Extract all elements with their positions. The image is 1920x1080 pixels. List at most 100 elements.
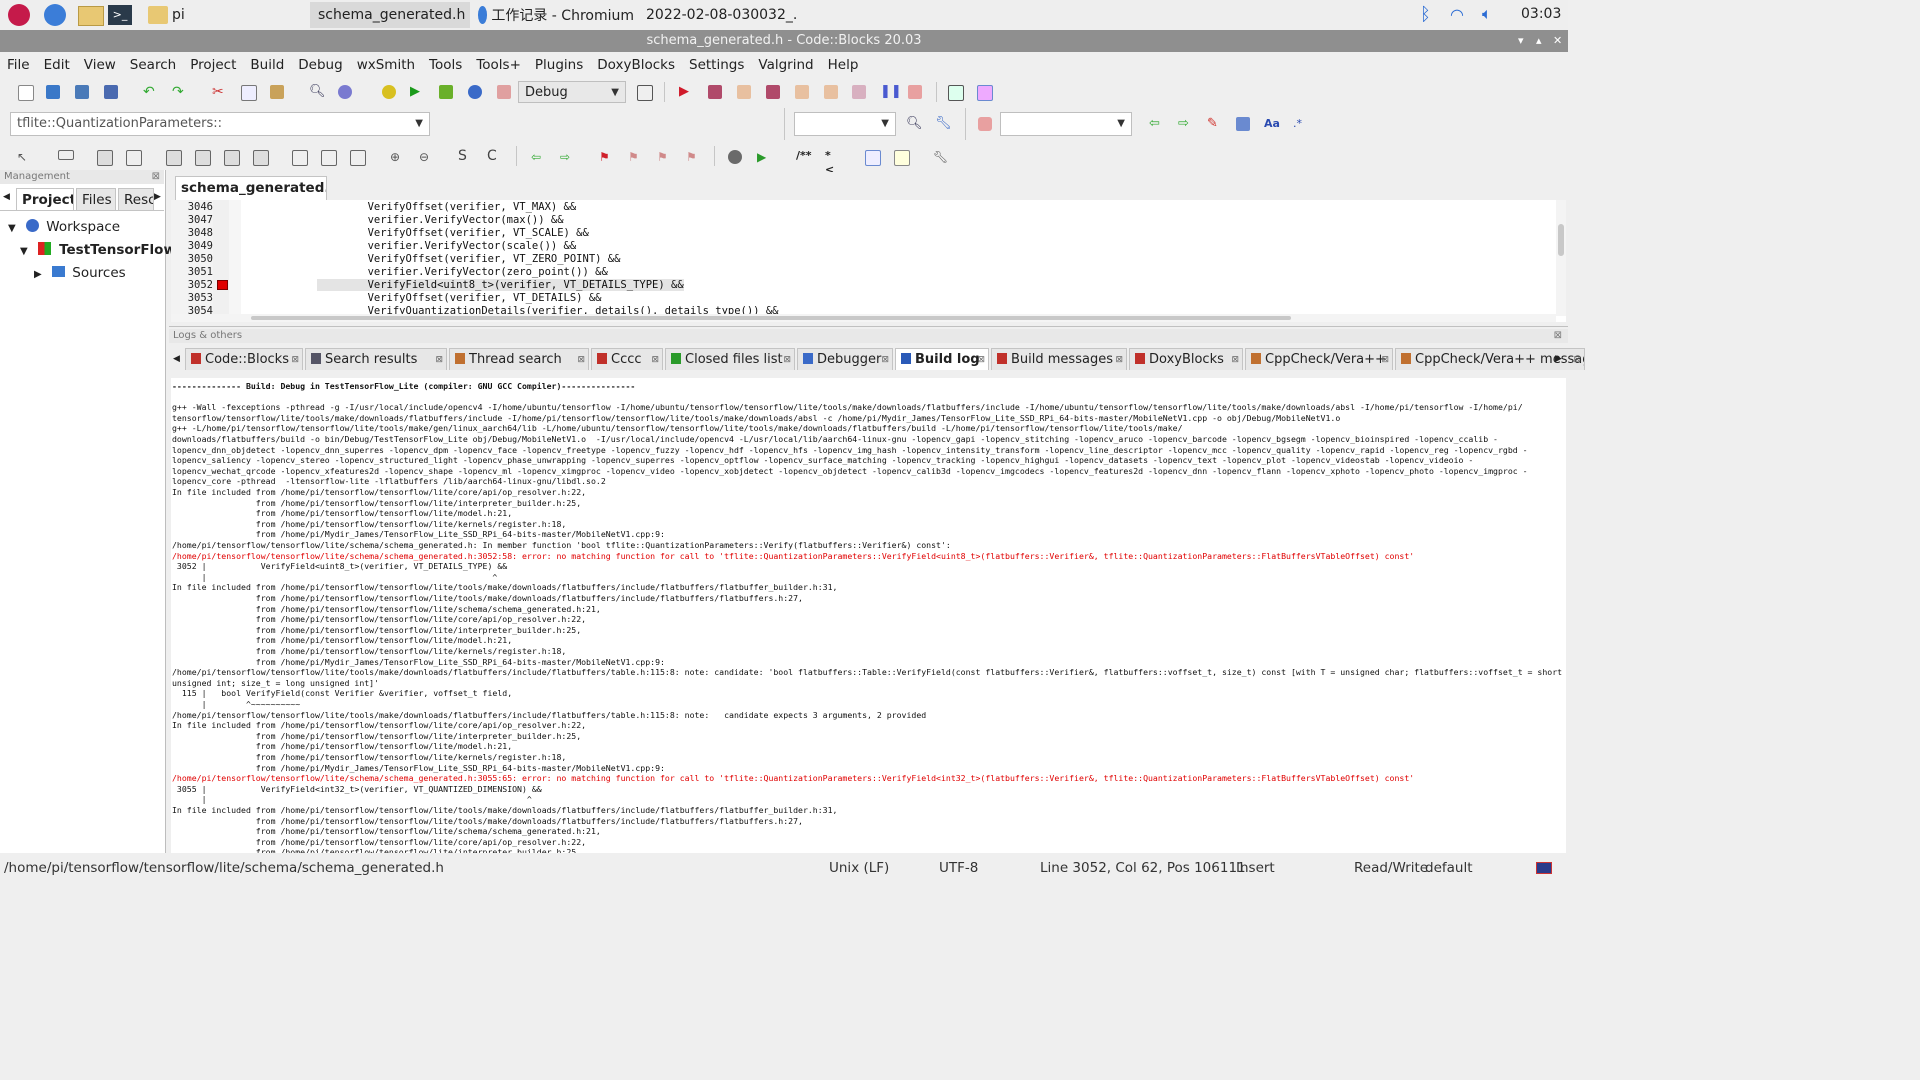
tab-scroll-left-icon[interactable]: ◀ <box>3 192 10 202</box>
close-tab-icon[interactable]: ⊠ <box>881 349 889 370</box>
paste-icon[interactable] <box>270 85 284 99</box>
tab-log-cccc[interactable]: Cccc ⊠ <box>591 348 663 370</box>
step-out-icon[interactable] <box>795 85 809 99</box>
tab-log-build-messages[interactable]: Build messages ⊠ <box>991 348 1127 370</box>
menu-edit[interactable]: Edit <box>37 57 77 73</box>
find-next-icon[interactable]: ⇨ <box>1178 117 1192 131</box>
flag-next-icon[interactable]: ⚑ <box>657 150 671 164</box>
task-folder-pi[interactable]: pi <box>144 2 304 28</box>
search-combo[interactable]: ▼ <box>794 112 896 136</box>
close-tab-icon[interactable]: ⊠ <box>977 349 985 370</box>
scrollbar-thumb[interactable] <box>1558 224 1564 256</box>
language-flag-icon[interactable] <box>1536 862 1552 874</box>
menu-view[interactable]: View <box>77 57 123 73</box>
close-icon[interactable]: ⊠ <box>1554 329 1562 343</box>
box2-icon[interactable] <box>321 150 337 166</box>
box3-icon[interactable] <box>350 150 366 166</box>
menu-tools[interactable]: Tools <box>422 57 469 73</box>
abort-icon[interactable] <box>497 85 511 99</box>
flag-icon[interactable]: ⚑ <box>599 150 613 164</box>
edit-widget-icon[interactable] <box>126 150 142 166</box>
browser-globe-icon[interactable] <box>44 4 66 26</box>
close-tab-icon[interactable]: ⊠ <box>1381 349 1389 370</box>
block-comment-icon[interactable]: /** <box>796 149 812 163</box>
tab-log-thread-search[interactable]: Thread search ⊠ <box>449 348 589 370</box>
tab-projects[interactable]: Projects <box>16 188 74 210</box>
debug-start-icon[interactable]: ▶ <box>679 85 693 99</box>
build-log[interactable]: -------------- Build: Debug in TestTenso… <box>171 378 1566 853</box>
step-into-instruction-icon[interactable] <box>852 85 866 99</box>
task-chromium[interactable]: 工作记录 - Chromium <box>474 2 634 28</box>
close-tab-icon[interactable]: ⊠ <box>291 349 299 370</box>
selected-text-only-icon[interactable] <box>1236 117 1250 131</box>
regex-icon[interactable]: .* <box>1293 117 1307 131</box>
sizer-icon[interactable] <box>166 150 182 166</box>
refresh-icon[interactable]: C <box>487 148 501 164</box>
tab-log-cppcheck-vera-[interactable]: CppCheck/Vera++ ⊠ <box>1245 348 1393 370</box>
raspberry-menu-icon[interactable] <box>8 4 30 26</box>
tab-schema-generated[interactable]: schema_generated.h ⊠ <box>175 176 327 200</box>
show-target-dialog-icon[interactable] <box>637 85 653 101</box>
menu-debug[interactable]: Debug <box>291 57 349 73</box>
run-to-cursor-icon[interactable] <box>708 85 722 99</box>
close-tab-icon[interactable]: ⊠ <box>1231 349 1239 370</box>
line-comment-icon[interactable]: *< <box>825 149 839 176</box>
tab-log-debugger[interactable]: Debugger ⊠ <box>797 348 893 370</box>
debug-windows-icon[interactable] <box>948 85 964 101</box>
step-into-icon[interactable] <box>766 85 780 99</box>
find-icon[interactable]: 🔍︎ <box>309 85 326 99</box>
build-run-icon[interactable] <box>439 85 453 99</box>
next-instruction-icon[interactable] <box>824 85 838 99</box>
tab-log-doxyblocks[interactable]: DoxyBlocks ⊠ <box>1129 348 1243 370</box>
html-docs-icon[interactable] <box>865 150 881 166</box>
maximize-icon[interactable]: ▴ <box>1536 30 1542 52</box>
various-info-icon[interactable] <box>977 85 993 101</box>
build-icon[interactable] <box>382 85 396 99</box>
tree-folder-sources[interactable]: ▶ Sources <box>34 265 126 281</box>
chm-docs-icon[interactable] <box>894 150 910 166</box>
copy-icon[interactable] <box>241 85 257 101</box>
box-icon[interactable] <box>292 150 308 166</box>
wrench-icon[interactable]: 🔧︎ <box>935 117 952 131</box>
match-case-icon[interactable]: Aa <box>1264 117 1280 131</box>
tab-scroll-right-icon[interactable]: ▶ <box>1555 354 1562 364</box>
close-tab-icon[interactable]: ⊠ <box>1115 349 1123 370</box>
new-file-icon[interactable] <box>18 85 34 101</box>
next-line-icon[interactable] <box>737 85 751 99</box>
strikethrough-icon[interactable]: S <box>458 148 472 164</box>
menu-project[interactable]: Project <box>183 57 243 73</box>
search-icon[interactable]: 🔍︎ <box>906 117 923 131</box>
tab-files[interactable]: Files <box>76 188 116 210</box>
menu-doxyblocks[interactable]: DoxyBlocks <box>590 57 682 73</box>
scope-select[interactable]: tflite::QuantizationParameters:: ▼ <box>10 112 430 136</box>
build-target-select[interactable]: Debug ▼ <box>518 81 626 103</box>
close-icon[interactable]: ✕ <box>1553 30 1562 52</box>
sizer2-icon[interactable] <box>195 150 211 166</box>
close-tab-icon[interactable]: ⊠ <box>783 349 791 370</box>
code-editor[interactable]: 3046 VerifyOffset(verifier, VT_MAX) && 30… <box>171 200 1566 322</box>
tab-scroll-left-icon[interactable]: ◀ <box>173 354 180 364</box>
menu-build[interactable]: Build <box>243 57 291 73</box>
flag-clear-icon[interactable]: ⚑ <box>686 150 700 164</box>
tab-log-closed-files-list[interactable]: Closed files list ⊠ <box>665 348 795 370</box>
tab-log-code-blocks[interactable]: Code::Blocks ⊠ <box>185 348 303 370</box>
terminal-icon[interactable]: >_ <box>108 5 132 25</box>
clear-search-icon[interactable] <box>978 117 992 131</box>
image-widget-icon[interactable] <box>97 150 113 166</box>
bookmark-prev-icon[interactable]: ⇦ <box>531 150 545 164</box>
menu-help[interactable]: Help <box>821 57 866 73</box>
wifi-icon[interactable]: ◠ <box>1450 5 1464 24</box>
volume-icon[interactable]: 🔈︎ <box>1482 4 1492 24</box>
rebuild-icon[interactable] <box>468 85 482 99</box>
clock[interactable]: 03:03 <box>1521 6 1561 22</box>
save-icon[interactable] <box>75 85 89 99</box>
task-codeblocks[interactable]: schema_generated.h ... <box>310 2 470 28</box>
close-icon[interactable]: ⊠ <box>152 170 160 184</box>
zoom-in-icon[interactable]: ⊕ <box>390 150 404 164</box>
zoom-out-icon[interactable]: ⊖ <box>419 150 433 164</box>
close-tab-icon[interactable]: ⊠ <box>577 349 585 370</box>
close-tab-icon[interactable]: ⊠ <box>435 349 443 370</box>
tab-resources[interactable]: Resc <box>118 188 154 210</box>
tab-scroll-right-icon[interactable]: ▶ <box>154 192 161 202</box>
file-manager-icon[interactable] <box>78 6 104 26</box>
